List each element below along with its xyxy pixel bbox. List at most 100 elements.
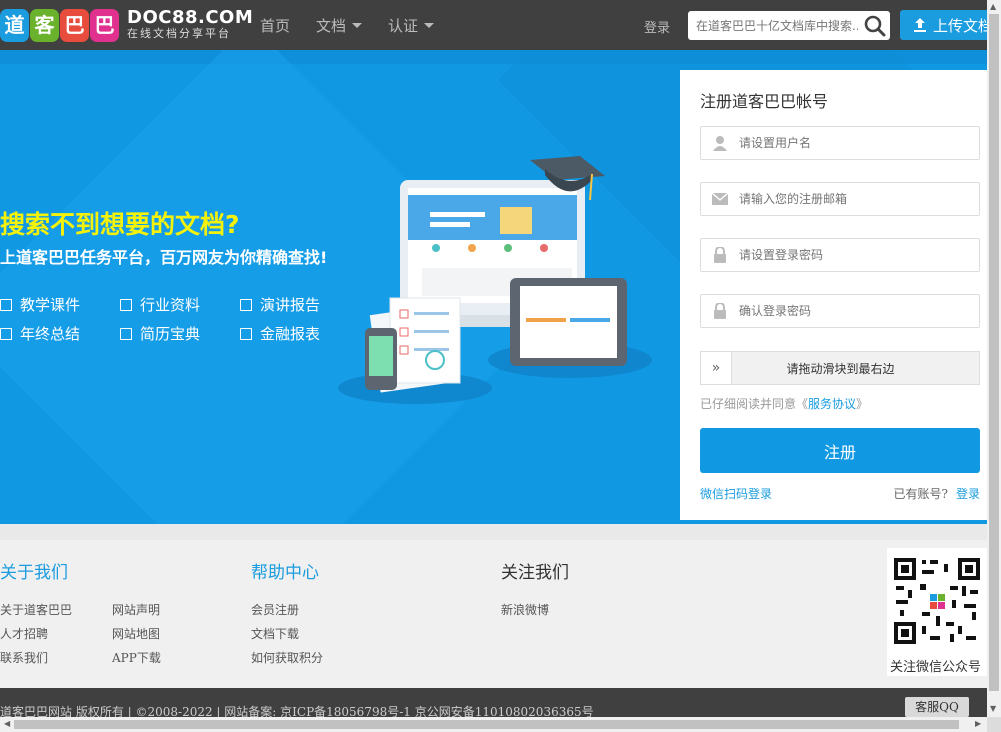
footer-link[interactable]: 联系我们 <box>0 649 72 666</box>
footer-link[interactable]: 如何获取积分 <box>251 649 323 666</box>
vertical-scrollbar[interactable]: ▲ ▼ <box>987 0 1001 717</box>
copyright-text: 道客巴巴网站 版权所有 | ©2008-2022 | 网站备案: 京ICP备18… <box>0 705 594 717</box>
logo-domain: DOC88.COM <box>127 7 254 28</box>
user-icon <box>713 136 727 151</box>
footer-link[interactable]: 网站声明 <box>112 601 161 618</box>
category-label: 演讲报告 <box>260 296 321 314</box>
scroll-left-icon[interactable]: ◀ <box>4 719 10 728</box>
logo-char-2: 客 <box>30 8 59 42</box>
checkbox-icon <box>120 327 132 340</box>
username-input[interactable] <box>739 136 969 150</box>
page: 道 客 巴 巴 DOC88.COM 在线文档分享平台 首页 文档 认证 登录 在… <box>0 0 987 717</box>
header-login-link[interactable]: 登录 <box>644 17 670 36</box>
checkbox-icon <box>240 298 252 311</box>
upload-label: 上传文档 <box>933 16 987 35</box>
checkbox-icon <box>0 327 12 340</box>
chevron-down-icon <box>424 22 435 28</box>
footer-link[interactable]: 文档下载 <box>251 625 323 642</box>
wechat-login-link[interactable]: 微信扫码登录 <box>700 485 772 502</box>
upload-icon <box>914 18 926 32</box>
category-item[interactable]: 简历宝典 <box>120 323 240 344</box>
agreement-prefix: 已仔细阅读并同意《 <box>700 397 809 411</box>
footer-follow-links: 新浪微博 <box>501 601 569 618</box>
slider-text: 请拖动滑块到最右边 <box>786 361 895 376</box>
logo-tagline: 在线文档分享平台 <box>127 27 231 40</box>
vertical-scroll-thumb[interactable] <box>989 14 999 691</box>
captcha-slider: » 请拖动滑块到最右边 <box>700 351 980 385</box>
banner-title: 搜索不到想要的文档? <box>0 210 240 239</box>
category-label: 行业资料 <box>140 296 201 314</box>
nav-certification[interactable]: 认证 <box>388 15 435 36</box>
scroll-up-icon[interactable]: ▲ <box>990 2 996 11</box>
category-label: 简历宝典 <box>140 325 201 343</box>
register-button[interactable]: 注册 <box>700 428 980 473</box>
checkbox-icon <box>240 327 252 340</box>
customer-service-button[interactable]: 客服QQ <box>905 697 969 717</box>
nav-certification-label: 认证 <box>388 16 419 35</box>
nav-documents[interactable]: 文档 <box>316 15 363 36</box>
category-item[interactable]: 行业资料 <box>120 294 240 315</box>
footer-help: 帮助中心 会员注册 文档下载 如何获取积分 <box>251 558 323 666</box>
footer-link[interactable]: 会员注册 <box>251 601 323 618</box>
have-account: 已有账号? 登录 <box>894 485 980 502</box>
email-input[interactable] <box>739 192 969 206</box>
confirm-password-field <box>700 294 980 328</box>
top-header: 道 客 巴 巴 DOC88.COM 在线文档分享平台 首页 文档 认证 登录 在… <box>0 0 987 50</box>
footer-about-title: 关于我们 <box>0 563 68 583</box>
category-item[interactable]: 教学课件 <box>0 294 120 315</box>
email-field <box>700 182 980 216</box>
horizontal-scrollbar[interactable]: ◀ ▶ <box>0 717 987 732</box>
main-nav: 首页 文档 认证 <box>260 0 435 50</box>
footer-link[interactable]: 关于道客巴巴 <box>0 601 72 618</box>
banner-subtitle: 上道客巴巴任务平台，百万网友为你精确查找! <box>0 248 328 267</box>
site-logo[interactable]: 道 客 巴 巴 DOC88.COM 在线文档分享平台 <box>0 6 253 44</box>
password-field <box>700 238 980 272</box>
checkbox-icon <box>120 298 132 311</box>
nav-home-label: 首页 <box>260 16 291 35</box>
scroll-down-icon[interactable]: ▼ <box>990 704 996 713</box>
logo-char-4: 巴 <box>90 8 119 42</box>
footer-link[interactable]: 新浪微博 <box>501 601 569 618</box>
category-list: 教学课件 行业资料 演讲报告 年终总结 简历宝典 金融报表 <box>0 294 350 344</box>
upload-button[interactable]: 上传文档 <box>900 10 987 40</box>
lock-icon <box>714 303 726 319</box>
footer-about-links: 关于道客巴巴 人才招聘 联系我们 <box>0 601 72 666</box>
logo-char-1: 道 <box>0 8 29 42</box>
wechat-qr-panel: 关注微信公众号 <box>887 548 987 676</box>
username-field <box>700 126 980 160</box>
copyright-bar: 道客巴巴网站 版权所有 | ©2008-2022 | 网站备案: 京ICP备18… <box>0 688 987 717</box>
footer-help-links: 会员注册 文档下载 如何获取积分 <box>251 601 323 666</box>
password-input[interactable] <box>739 248 969 262</box>
search-icon[interactable] <box>863 14 887 38</box>
logo-mark: 道 客 巴 巴 <box>0 8 119 42</box>
search-box <box>688 11 890 40</box>
category-label: 教学课件 <box>20 296 81 314</box>
nav-home[interactable]: 首页 <box>260 15 290 36</box>
footer-link[interactable]: 人才招聘 <box>0 625 72 642</box>
scroll-right-icon[interactable]: ▶ <box>975 719 981 728</box>
horizontal-scroll-thumb[interactable] <box>14 720 959 729</box>
have-account-text: 已有账号? <box>893 487 948 501</box>
nav-documents-label: 文档 <box>316 16 347 35</box>
login-link[interactable]: 登录 <box>956 487 980 501</box>
footer-follow-title: 关注我们 <box>501 563 569 583</box>
double-chevron-right-icon: » <box>711 360 721 376</box>
lock-icon <box>714 247 726 263</box>
category-item[interactable]: 年终总结 <box>0 323 120 344</box>
search-input[interactable] <box>688 11 858 40</box>
register-panel: 注册道客巴巴帐号 » 请拖动滑块到最右边 <box>680 70 987 520</box>
mail-icon <box>712 193 728 205</box>
logo-text: DOC88.COM 在线文档分享平台 <box>127 9 253 41</box>
footer-link[interactable]: 网站地图 <box>112 625 161 642</box>
hero-banner: 搜索不到想要的文档? 上道客巴巴任务平台，百万网友为你精确查找! 教学课件 行业… <box>0 50 987 524</box>
logo-char-3: 巴 <box>60 8 89 42</box>
slider-handle[interactable]: » <box>701 352 732 384</box>
footer-help-title: 帮助中心 <box>251 563 319 583</box>
confirm-password-input[interactable] <box>739 304 969 318</box>
agreement-text: 已仔细阅读并同意《服务协议》 <box>700 395 868 412</box>
footer-link[interactable]: APP下载 <box>112 649 161 666</box>
checkbox-icon <box>0 298 12 311</box>
category-label: 年终总结 <box>20 325 81 343</box>
service-agreement-link[interactable]: 服务协议 <box>808 397 856 411</box>
agreement-suffix: 》 <box>856 397 869 411</box>
